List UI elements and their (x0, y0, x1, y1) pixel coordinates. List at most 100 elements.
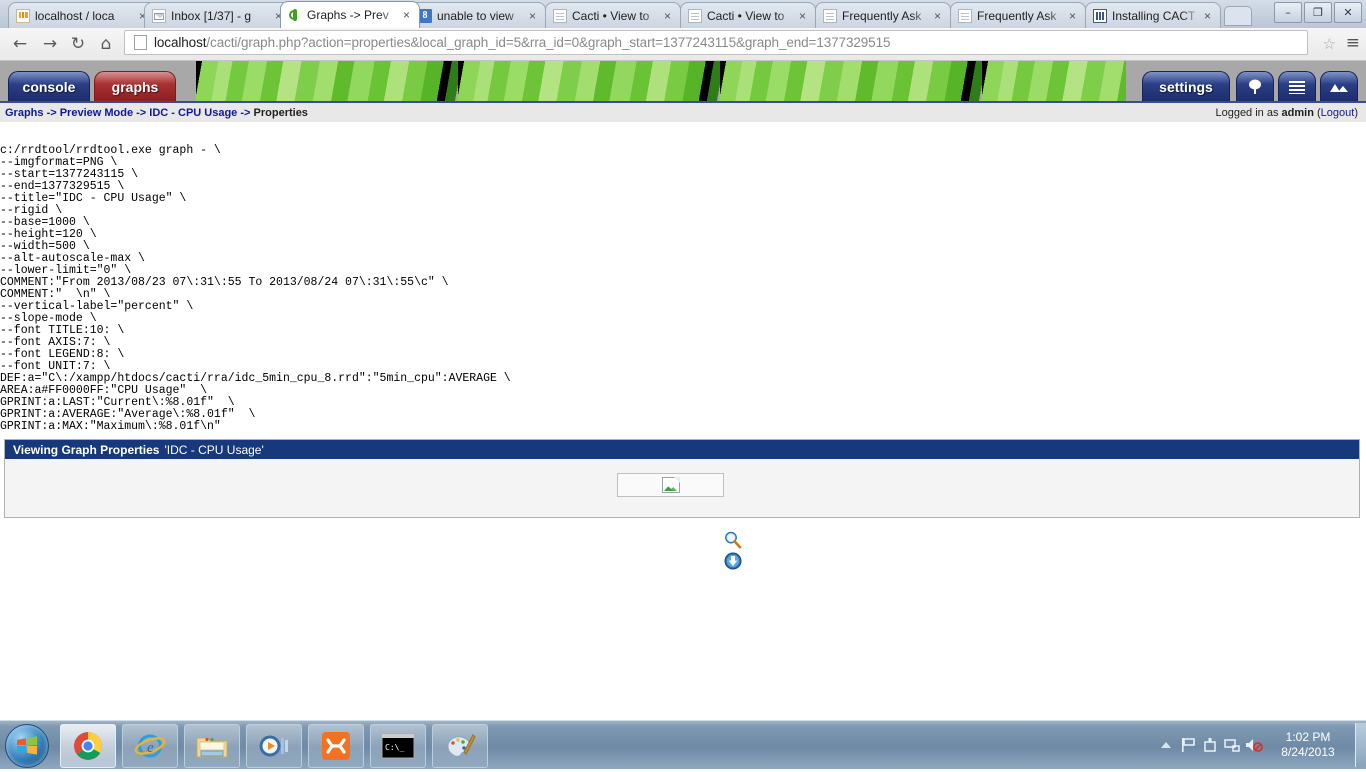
action-center-flag-icon[interactable] (1177, 721, 1199, 769)
breadcrumb-item-graph-name[interactable]: IDC - CPU Usage (149, 107, 237, 119)
browser-tab-7[interactable]: Frequently Ask × (950, 2, 1086, 28)
minimize-button[interactable]: – (1274, 2, 1302, 23)
console-tab[interactable]: console (8, 71, 90, 101)
broken-image-icon (662, 477, 680, 493)
browser-tab-label: Installing CACT (1112, 8, 1196, 23)
tab-close-icon[interactable]: × (1204, 10, 1216, 22)
taskbar-clock[interactable]: 1:02 PM 8/24/2013 (1265, 730, 1351, 760)
browser-tab-strip: localhost / loca × Inbox [1/37] - g × Gr… (0, 0, 1366, 28)
browser-tab-3[interactable]: 8 unable to view × (410, 2, 546, 28)
tab-close-icon[interactable]: × (529, 10, 541, 22)
clock-date: 8/24/2013 (1281, 745, 1335, 759)
home-button[interactable]: ⌂ (94, 32, 118, 56)
bookmark-star-icon[interactable]: ☆ (1323, 35, 1336, 53)
breadcrumb-item-preview-mode[interactable]: Preview Mode (60, 107, 133, 119)
document-icon (688, 8, 702, 23)
new-tab-button[interactable] (1224, 6, 1252, 26)
mail-icon (152, 8, 166, 23)
magnifier-zoom-icon[interactable] (724, 531, 742, 549)
forward-button[interactable]: → (38, 32, 62, 56)
taskbar-paint[interactable] (432, 724, 488, 768)
taskbar-explorer[interactable] (184, 724, 240, 768)
download-csv-icon[interactable] (724, 552, 742, 570)
chrome-menu-icon[interactable]: ≡ (1346, 33, 1360, 53)
document-icon (823, 8, 837, 23)
breadcrumb-separator: -> (237, 106, 254, 119)
browser-tab-4[interactable]: Cacti • View to × (545, 2, 681, 28)
rrdtool-command-output: c:/rrdtool/rrdtool.exe graph - \ --imgfo… (0, 143, 511, 433)
breadcrumb-separator: -> (43, 106, 60, 119)
taskbar-internet-explorer[interactable]: e (122, 724, 178, 768)
breadcrumb-item-graphs[interactable]: Graphs (5, 107, 44, 119)
browser-tab-1[interactable]: Inbox [1/37] - g × (144, 2, 292, 28)
list-view-icon[interactable] (1278, 71, 1316, 101)
page-info-icon (134, 35, 147, 50)
chevron-up-icon (1161, 741, 1171, 748)
cacti-page: console graphs settings Graphs -> Previe… (0, 61, 1366, 720)
graph-image-container[interactable] (617, 473, 724, 497)
browser-tab-6[interactable]: Frequently Ask × (815, 2, 951, 28)
stackexchange-icon: 8 (418, 8, 432, 23)
settings-tab[interactable]: settings (1142, 71, 1230, 101)
taskbar-chrome[interactable] (60, 724, 116, 768)
address-bar[interactable]: localhost/cacti/graph.php?action=propert… (124, 30, 1308, 55)
internet-explorer-icon: e (134, 734, 166, 758)
panel-subject: 'IDC - CPU Usage' (164, 442, 264, 457)
command-prompt-icon: C:\_ (381, 733, 415, 759)
browser-tab-label: localhost / loca (35, 8, 115, 23)
logout-link[interactable]: Logout (1321, 107, 1355, 119)
taskbar-xampp[interactable] (308, 724, 364, 768)
tree-glyph (1249, 79, 1261, 94)
browser-tab-label: Frequently Ask (977, 8, 1057, 23)
tab-close-icon[interactable]: × (799, 10, 811, 22)
chrome-icon (74, 732, 102, 760)
tab-close-icon[interactable]: × (403, 9, 415, 21)
close-button[interactable]: ✕ (1334, 2, 1362, 23)
browser-tab-0[interactable]: localhost / loca × (8, 2, 156, 28)
reload-button[interactable]: ↻ (66, 32, 90, 56)
mountains-glyph (1330, 83, 1348, 92)
browser-tab-2-active[interactable]: Graphs -> Prev × (280, 1, 420, 28)
breadcrumb-bar: Graphs -> Preview Mode -> IDC - CPU Usag… (0, 101, 1366, 122)
preview-view-icon[interactable] (1320, 71, 1358, 101)
breadcrumb-current: Properties (253, 106, 308, 119)
show-desktop-button[interactable] (1355, 723, 1366, 767)
breadcrumb: Graphs -> Preview Mode -> IDC - CPU Usag… (5, 107, 308, 119)
url-host: localhost (154, 35, 207, 50)
panel-title-bar: Viewing Graph Properties 'IDC - CPU Usag… (5, 440, 1359, 459)
back-button[interactable]: ← (8, 32, 32, 56)
graphs-tab[interactable]: graphs (94, 71, 176, 101)
window-controls: – ❐ ✕ (1274, 2, 1362, 23)
tree-view-icon[interactable] (1236, 71, 1274, 101)
document-icon (958, 8, 972, 23)
tab-close-icon[interactable]: × (664, 10, 676, 22)
system-tray: 1:02 PM 8/24/2013 (1155, 721, 1366, 769)
taskbar-command-prompt[interactable]: C:\_ (370, 724, 426, 768)
logged-in-user: admin (1281, 106, 1314, 119)
list-glyph (1289, 80, 1305, 94)
tab-close-icon[interactable]: × (934, 10, 946, 22)
usb-eject-glyph (1204, 738, 1216, 752)
safely-remove-hardware-icon[interactable] (1199, 721, 1221, 769)
volume-muted-icon[interactable] (1243, 721, 1265, 769)
show-hidden-icons-chevron[interactable] (1155, 721, 1177, 769)
paren-close: ) (1354, 106, 1358, 119)
logged-in-prefix: Logged in as (1215, 106, 1282, 119)
taskbar-media-player[interactable] (246, 724, 302, 768)
panel-title: Viewing Graph Properties (13, 442, 160, 457)
maximize-button[interactable]: ❐ (1304, 2, 1332, 23)
browser-tab-8[interactable]: Installing CACT × (1085, 2, 1221, 28)
browser-tab-5[interactable]: Cacti • View to × (680, 2, 816, 28)
browser-tab-label: Inbox [1/37] - g (171, 8, 252, 23)
windows-logo-icon (17, 736, 37, 755)
windows-taskbar: e C:\_ 1:02 PM 8/24/2013 (0, 720, 1366, 769)
svg-text:e: e (147, 740, 154, 756)
graph-properties-panel: Viewing Graph Properties 'IDC - CPU Usag… (4, 439, 1360, 518)
network-icon[interactable] (1221, 721, 1243, 769)
grid-icon (1093, 8, 1107, 23)
tab-close-icon[interactable]: × (1069, 10, 1081, 22)
browser-tab-label: Frequently Ask (842, 8, 922, 23)
cacti-tab-row: console graphs settings (0, 61, 1366, 101)
start-orb[interactable] (5, 724, 49, 768)
browser-tab-label: unable to view (437, 8, 514, 23)
